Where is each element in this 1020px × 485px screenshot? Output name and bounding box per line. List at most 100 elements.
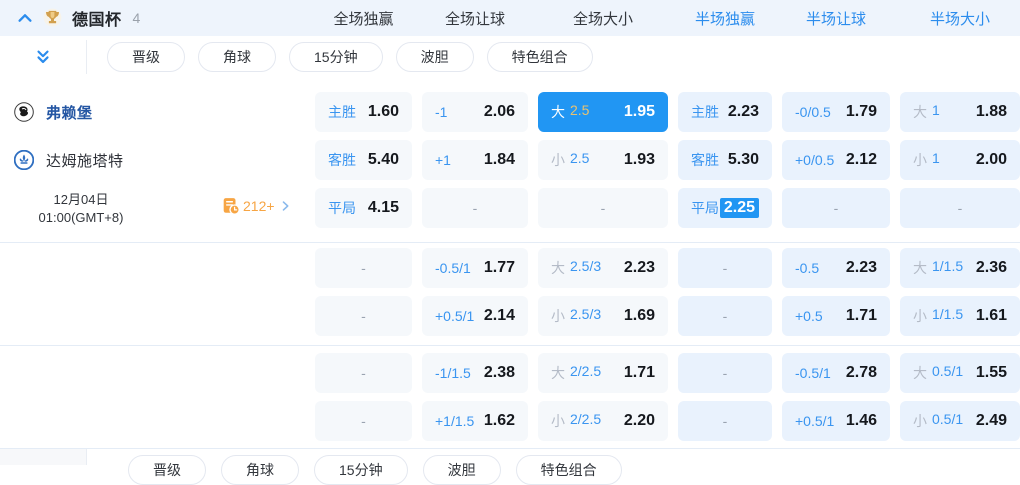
odds-row: 客胜 5.40 +1 1.84 小 2.5 1.93 客胜 5.30 +0/0.5 2.12 小 1 2.… — [0, 140, 1020, 180]
bet-label: 大 2.5 — [551, 102, 590, 120]
bet-label: +0/0.5 — [795, 152, 835, 168]
row-group-divider — [0, 448, 1020, 449]
odds-value: 2.78 — [845, 364, 877, 381]
odds-value: 1.69 — [623, 307, 655, 324]
next-row-market-pills: 晋级 角球 15分钟 波胆 特色组合 — [108, 455, 622, 485]
odds-cell[interactable]: 主胜 1.60 — [315, 92, 412, 132]
odds-row: - -1/1.5 2.38 大 2/2.5 1.71 - -0.5/1 2.78 大 0.5/1 1.… — [0, 353, 1020, 393]
bet-label: 小 0.5/1 — [913, 411, 964, 429]
bet-label: -0/0.5 — [795, 104, 831, 120]
market-pill-4[interactable]: 波胆 — [395, 42, 474, 72]
market-pill-1[interactable]: 晋级 — [128, 455, 206, 485]
odds-cell[interactable]: +1/1.5 1.62 — [422, 401, 528, 441]
odds-cell[interactable]: 大 2.5 1.95 — [538, 92, 668, 132]
odds-value: 2.00 — [975, 151, 1007, 168]
market-tab-3[interactable]: 全场大小 — [538, 8, 668, 29]
market-pill-list: 晋级 角球 15分钟 波胆 特色组合 — [87, 42, 593, 72]
market-tab-5[interactable]: 半场让球 — [782, 8, 890, 29]
odds-cell[interactable]: 小 1/1.5 1.61 — [900, 296, 1020, 336]
odds-value: 2.06 — [483, 103, 515, 120]
odds-value: 1.88 — [975, 103, 1007, 120]
odds-value: 2.25 — [719, 198, 759, 218]
market-tab-4[interactable]: 半场独赢 — [678, 8, 772, 29]
left-panel-spacer — [0, 401, 305, 441]
odds-value: 5.40 — [367, 151, 399, 168]
odds-cell[interactable]: -0.5/1 2.78 — [782, 353, 890, 393]
odds-cell-empty: - — [678, 248, 772, 288]
odds-cell[interactable]: 小 0.5/1 2.49 — [900, 401, 1020, 441]
odds-cell[interactable]: 主胜 2.23 — [678, 92, 772, 132]
bet-label: 主胜 — [691, 104, 719, 120]
market-tab-6[interactable]: 半场大小 — [900, 8, 1020, 29]
odds-cell[interactable]: +0.5/1 2.14 — [422, 296, 528, 336]
odds-cell[interactable]: -1 2.06 — [422, 92, 528, 132]
bet-label: 小 2.5 — [551, 150, 590, 168]
market-tab-2[interactable]: 全场让球 — [422, 8, 528, 29]
left-panel-spacer — [0, 353, 305, 393]
odds-value: 2.14 — [483, 307, 515, 324]
odds-value: 1.77 — [483, 259, 515, 276]
bet-label: +1 — [435, 152, 451, 168]
odds-cell[interactable]: -0.5/1 1.77 — [422, 248, 528, 288]
market-pill-5[interactable]: 特色组合 — [486, 42, 593, 72]
odds-row: 平局 4.15- - 平局 2.25- - — [0, 188, 1020, 228]
expand-all-markets-icon[interactable] — [0, 48, 86, 66]
bet-label: 大1 — [913, 102, 940, 120]
odds-cell[interactable]: +0.5/1 1.46 — [782, 401, 890, 441]
odds-cell[interactable]: 平局 4.15 — [315, 188, 412, 228]
trophy-icon — [43, 8, 63, 28]
odds-value: 2.49 — [975, 412, 1007, 429]
market-pill-1[interactable]: 晋级 — [107, 42, 185, 72]
market-pill-2[interactable]: 角球 — [221, 455, 299, 485]
odds-value: 2.38 — [483, 364, 515, 381]
odds-cell[interactable]: 大 0.5/1 1.55 — [900, 353, 1020, 393]
bet-label: 大 2/2.5 — [551, 363, 602, 381]
odds-cell[interactable]: 平局 2.25 — [678, 188, 772, 228]
bet-label: 小 2.5/3 — [551, 306, 602, 324]
odds-cell-empty: - — [315, 248, 412, 288]
left-panel-spacer — [0, 92, 305, 132]
odds-cell[interactable]: -1/1.5 2.38 — [422, 353, 528, 393]
odds-cell[interactable]: 大 2/2.5 1.71 — [538, 353, 668, 393]
bet-label: +0.5/1 — [435, 308, 475, 324]
odds-value: 1.60 — [367, 103, 399, 120]
odds-cell[interactable]: 大 1 1.88 — [900, 92, 1020, 132]
odds-cell[interactable]: 小 1 2.00 — [900, 140, 1020, 180]
collapse-chevron-icon[interactable] — [16, 10, 34, 26]
bet-label: -1 — [435, 104, 448, 120]
market-pill-3[interactable]: 15分钟 — [289, 42, 383, 72]
odds-cell-empty: - — [678, 296, 772, 336]
odds-cell[interactable]: 小 2.5 1.93 — [538, 140, 668, 180]
left-panel-spacer — [0, 248, 305, 288]
bet-label: 大 1/1.5 — [913, 258, 964, 276]
odds-cell[interactable]: 大 2.5/3 2.23 — [538, 248, 668, 288]
odds-row: - +1/1.5 1.62 小 2/2.5 2.20 - +0.5/1 1.46 小 0.5/1 2.… — [0, 401, 1020, 441]
odds-value: 1.71 — [623, 364, 655, 381]
odds-cell[interactable]: +0/0.5 2.12 — [782, 140, 890, 180]
odds-cell-empty: - — [782, 188, 890, 228]
odds-row: - +0.5/1 2.14 小 2.5/3 1.69 - +0.5 1.71 小 1/1.5 1.61 — [0, 296, 1020, 336]
odds-cell-empty: - — [315, 401, 412, 441]
market-pill-2[interactable]: 角球 — [198, 42, 276, 72]
odds-row: - -0.5/1 1.77 大 2.5/3 2.23 - -0.5 2.23 大 1/1.5 2.36 — [0, 248, 1020, 288]
odds-cell[interactable]: -0/0.5 1.79 — [782, 92, 890, 132]
odds-cell[interactable]: +0.5 1.71 — [782, 296, 890, 336]
odds-cell[interactable]: 小 2.5/3 1.69 — [538, 296, 668, 336]
market-pill-3[interactable]: 15分钟 — [314, 455, 408, 485]
market-pill-5[interactable]: 特色组合 — [515, 455, 622, 485]
market-pill-4[interactable]: 波胆 — [422, 455, 501, 485]
bet-label: -1/1.5 — [435, 365, 471, 381]
odds-cell[interactable]: 客胜 5.40 — [315, 140, 412, 180]
bet-label: 客胜 — [691, 152, 719, 168]
market-tab-1[interactable]: 全场独赢 — [315, 8, 412, 29]
odds-cell[interactable]: +1 1.84 — [422, 140, 528, 180]
odds-cell-empty: - — [538, 188, 668, 228]
odds-cell-empty: - — [678, 401, 772, 441]
odds-cell[interactable]: -0.5 2.23 — [782, 248, 890, 288]
odds-cell[interactable]: 小 2/2.5 2.20 — [538, 401, 668, 441]
odds-value: 1.71 — [845, 307, 877, 324]
odds-value: 2.23 — [727, 103, 759, 120]
odds-cell-empty: - — [422, 188, 528, 228]
odds-cell[interactable]: 客胜 5.30 — [678, 140, 772, 180]
odds-cell[interactable]: 大 1/1.5 2.36 — [900, 248, 1020, 288]
